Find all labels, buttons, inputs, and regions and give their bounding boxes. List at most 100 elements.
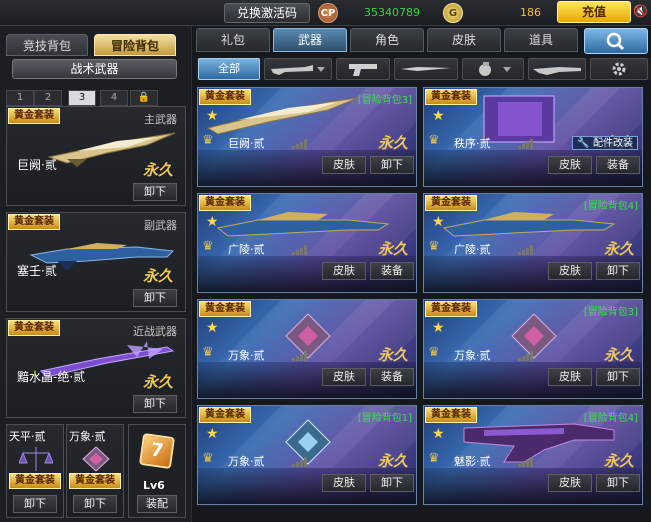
- filter-grenade[interactable]: [462, 58, 524, 80]
- unequip-button[interactable]: 卸下: [133, 395, 177, 413]
- equip-toggle-button[interactable]: 装备: [370, 262, 414, 280]
- level-badge-icon: 7: [138, 432, 176, 470]
- recharge-button[interactable]: 充值: [557, 1, 631, 23]
- slot-throwable-1[interactable]: 天平·贰 黄金套装 卸下: [6, 424, 64, 518]
- weapon-card[interactable]: 黄金套装 [冒险背包3] ★ ♛ 万象·贰 永久 皮肤 卸下: [423, 299, 643, 399]
- filter-special[interactable]: [528, 58, 586, 80]
- gold-set-badge: 黄金套装: [425, 407, 477, 423]
- slot-secondary-weapon[interactable]: 黄金套装 副武器 塞壬·贰 永久 卸下: [6, 212, 186, 312]
- skin-button[interactable]: 皮肤: [548, 262, 592, 280]
- signal-bars-icon: [292, 457, 308, 467]
- gold-set-badge: 黄金套装: [8, 320, 60, 336]
- skin-button[interactable]: 皮肤: [322, 262, 366, 280]
- slot-primary-weapon[interactable]: 黄金套装 主武器 巨阙·贰 永久 卸下: [6, 106, 186, 206]
- filter-all[interactable]: 全部: [198, 58, 260, 80]
- weapon-name: 魅影·贰: [454, 455, 491, 468]
- slot-label: 副武器: [144, 219, 177, 232]
- weapon-card[interactable]: 黄金套装 [冒险背包4] ★ ♛ 广陵·贰 永久 皮肤 卸下: [423, 193, 643, 293]
- weapon-card[interactable]: 黄金套装 ★ ♛ 万象·贰 永久 皮肤 装备: [197, 299, 417, 399]
- rank-emblem-icon: ♛: [202, 451, 214, 466]
- scale-item-icon: [19, 447, 53, 471]
- skin-button[interactable]: 皮肤: [548, 368, 592, 386]
- tab-adventure-bag[interactable]: 冒险背包: [94, 34, 176, 56]
- item-name: 天平·贰: [9, 430, 46, 443]
- equip-toggle-button[interactable]: 卸下: [596, 262, 640, 280]
- search-icon: [606, 32, 625, 51]
- equip-toggle-button[interactable]: 装备: [596, 156, 640, 174]
- knife-icon: [401, 67, 451, 71]
- level-text: Lv6: [143, 479, 165, 492]
- signal-bars-icon: [292, 351, 308, 361]
- rank-emblem-icon: ♛: [202, 239, 214, 254]
- rank-emblem-icon: ♛: [428, 133, 440, 148]
- lock-icon[interactable]: 🔒: [130, 90, 158, 106]
- bag-tag: [冒险背包4]: [583, 201, 638, 212]
- gold-set-badge: 黄金套装: [8, 214, 60, 230]
- equip-button[interactable]: 装配: [137, 495, 177, 513]
- signal-bars-icon: [292, 139, 308, 149]
- weapon-card[interactable]: 黄金套装 [冒险背包3] ★ ♛ 巨阙·贰 永久 皮肤 卸下: [197, 87, 417, 187]
- weapon-card[interactable]: 黄金套装 ★ ♛ 广陵·贰 永久 皮肤 装备: [197, 193, 417, 293]
- loadout-tab-1[interactable]: 1: [6, 90, 34, 106]
- rank-emblem-icon: ♛: [428, 345, 440, 360]
- star-icon: ★: [432, 108, 445, 124]
- slot-throwable-2[interactable]: 万象·贰 黄金套装 卸下: [66, 424, 124, 518]
- skin-button[interactable]: 皮肤: [548, 156, 592, 174]
- weapon-card[interactable]: 黄金套装 ★ ♛ 秩序·贰 永久 皮肤 装备 🔧 配件改装: [423, 87, 643, 187]
- loadout-tab-2[interactable]: 2: [34, 90, 62, 106]
- equip-toggle-button[interactable]: 卸下: [370, 156, 414, 174]
- search-button[interactable]: [584, 28, 648, 54]
- weapon-name: 巨阙·贰: [228, 137, 265, 150]
- skin-button[interactable]: 皮肤: [548, 474, 592, 492]
- unequip-button[interactable]: 卸下: [133, 183, 177, 201]
- weapon-name: 万象·贰: [454, 349, 491, 362]
- speaker-icon[interactable]: 🔇: [633, 4, 649, 22]
- cp-coin-icon: CP: [318, 3, 338, 23]
- skin-button[interactable]: 皮肤: [322, 368, 366, 386]
- gold-set-badge: 黄金套装: [199, 407, 251, 423]
- equip-toggle-button[interactable]: 卸下: [596, 368, 640, 386]
- bag-tag: [冒险背包3]: [357, 95, 412, 106]
- pistol-icon: [349, 64, 377, 76]
- unequip-button[interactable]: 卸下: [13, 495, 57, 513]
- tactical-weapon-button[interactable]: 战术武器: [12, 59, 177, 79]
- weapon-name: 广陵·贰: [454, 243, 491, 256]
- unequip-button[interactable]: 卸下: [133, 289, 177, 307]
- tab-items[interactable]: 道具: [504, 28, 578, 52]
- weapon-card[interactable]: 黄金套装 [冒险背包1] ★ ♛ 万象·贰 永久 皮肤 卸下: [197, 405, 417, 505]
- tab-characters[interactable]: 角色: [350, 28, 424, 52]
- filter-melee[interactable]: [394, 58, 458, 80]
- tab-gift-pack[interactable]: 礼包: [196, 28, 270, 52]
- bag-tag: [冒险背包3]: [583, 307, 638, 318]
- gold-set-badge: 黄金套装: [425, 89, 477, 105]
- grenade-icon: [479, 62, 511, 76]
- signal-bars-icon: [292, 245, 308, 255]
- filter-rifle[interactable]: [264, 58, 332, 80]
- mod-badge[interactable]: 🔧 配件改装: [572, 136, 638, 150]
- weapon-name: 万象·贰: [228, 349, 265, 362]
- weapon-name: 塞壬·贰: [17, 264, 57, 278]
- tab-skins[interactable]: 皮肤: [427, 28, 501, 52]
- filter-settings[interactable]: [590, 58, 648, 80]
- weapon-card[interactable]: 黄金套装 [冒险背包4] ★ ♛ 魅影·贰 永久 皮肤 卸下: [423, 405, 643, 505]
- tab-weapons[interactable]: 武器: [273, 28, 347, 52]
- tab-competitive-bag[interactable]: 竞技背包: [6, 34, 88, 56]
- redeem-code-button[interactable]: 兑换激活码: [224, 3, 310, 23]
- star-icon: ★: [432, 320, 445, 336]
- item-name: 万象·贰: [69, 430, 106, 443]
- special-weapon-icon: [533, 67, 581, 75]
- gold-set-badge: 黄金套装: [9, 473, 61, 489]
- loadout-tab-3[interactable]: 3: [68, 90, 96, 106]
- equip-toggle-button[interactable]: 装备: [370, 368, 414, 386]
- equip-toggle-button[interactable]: 卸下: [596, 474, 640, 492]
- gear-icon: [612, 62, 626, 76]
- skin-button[interactable]: 皮肤: [322, 156, 366, 174]
- equip-toggle-button[interactable]: 卸下: [370, 474, 414, 492]
- unequip-button[interactable]: 卸下: [73, 495, 117, 513]
- skin-button[interactable]: 皮肤: [322, 474, 366, 492]
- signal-bars-icon: [518, 457, 534, 467]
- loadout-tab-4[interactable]: 4: [100, 90, 128, 106]
- filter-pistol[interactable]: [336, 58, 390, 80]
- permanent-label: 永久: [142, 161, 173, 179]
- slot-melee-weapon[interactable]: 黄金套装 近战武器 黯水晶-绝·贰 永久 卸下: [6, 318, 186, 418]
